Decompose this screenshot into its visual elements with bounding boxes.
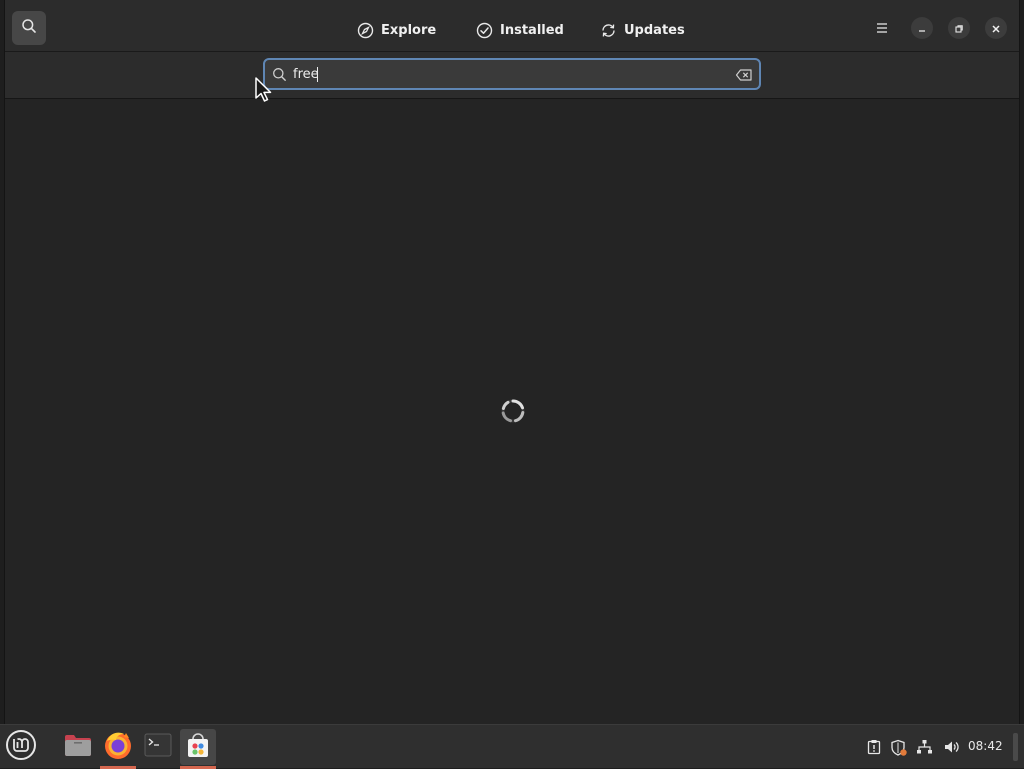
taskbar: 08:42	[0, 724, 1024, 769]
terminal-icon	[144, 733, 172, 761]
tab-installed-label: Installed	[500, 23, 564, 38]
search-icon	[21, 18, 37, 38]
check-circle-icon	[476, 22, 493, 39]
tray-network[interactable]	[916, 739, 933, 759]
tray-volume[interactable]	[943, 739, 960, 759]
tab-installed[interactable]: Installed	[464, 16, 576, 45]
restore-icon	[954, 19, 964, 38]
close-button[interactable]	[985, 17, 1007, 39]
compass-icon	[357, 22, 374, 39]
backspace-clear-icon	[735, 69, 752, 81]
loading-spinner	[500, 398, 526, 424]
search-bar	[5, 52, 1019, 99]
shield-update-icon	[890, 739, 908, 761]
close-icon	[991, 19, 1001, 38]
taskbar-files[interactable]	[60, 729, 96, 765]
search-field[interactable]	[263, 58, 761, 90]
tray-clipboard[interactable]	[866, 739, 882, 759]
search-toggle-button[interactable]	[12, 11, 46, 45]
taskbar-firefox[interactable]	[100, 729, 136, 769]
volume-icon	[943, 739, 960, 759]
minimize-button[interactable]	[911, 17, 933, 39]
network-icon	[916, 739, 933, 759]
hamburger-menu-icon	[875, 19, 889, 38]
software-manager-icon	[184, 731, 212, 763]
tab-explore[interactable]: Explore	[345, 16, 448, 45]
taskbar-terminal[interactable]	[140, 729, 176, 765]
taskbar-software-manager[interactable]	[180, 729, 216, 769]
firefox-icon	[102, 729, 134, 765]
mouse-pointer	[255, 77, 275, 107]
minimize-icon	[917, 19, 927, 38]
tray-update-manager[interactable]	[890, 739, 908, 761]
clipboard-icon	[866, 739, 882, 759]
search-input[interactable]	[293, 64, 723, 84]
start-menu-button[interactable]	[3, 729, 39, 765]
refresh-icon	[600, 22, 617, 39]
tab-updates-label: Updates	[624, 23, 685, 38]
show-desktop-button[interactable]	[1013, 733, 1018, 761]
clock[interactable]: 08:42	[968, 739, 1003, 753]
tab-updates[interactable]: Updates	[588, 16, 697, 45]
main-menu-button[interactable]	[871, 17, 893, 39]
text-caret	[317, 67, 318, 82]
tab-explore-label: Explore	[381, 23, 437, 38]
files-icon	[63, 732, 93, 762]
software-window: Explore Installed Updates	[4, 0, 1020, 724]
mint-menu-icon	[5, 729, 37, 765]
restore-button[interactable]	[948, 17, 970, 39]
view-switcher: Explore Installed Updates	[5, 0, 1019, 52]
header-bar: Explore Installed Updates	[5, 0, 1019, 52]
clear-search-button[interactable]	[735, 67, 753, 86]
